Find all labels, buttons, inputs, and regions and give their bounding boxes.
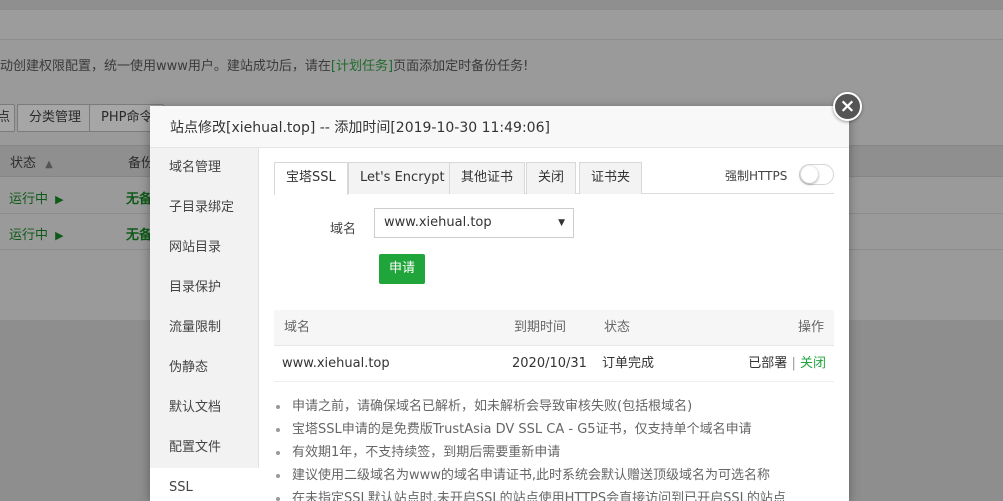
action-separator: | bbox=[791, 356, 796, 371]
deployed-label: 已部署 bbox=[748, 356, 788, 371]
modal-title: 站点修改[xiehual.top] -- 添加时间[2019-10-30 11:… bbox=[170, 120, 550, 136]
play-icon: ▶ bbox=[55, 229, 64, 242]
list-item: 宝塔SSL申请的是免费版TrustAsia DV SSL CA - G5证书，仅… bbox=[274, 418, 844, 441]
list-item: 在未指定SSL默认站点时,未开启SSL的站点使用HTTPS会直接访问到已开启SS… bbox=[274, 487, 844, 501]
sidebar-item-rewrite[interactable]: 伪静态 bbox=[150, 348, 259, 388]
notice-text-2: 页面添加定时备份任务! bbox=[393, 59, 529, 74]
sidebar-item-site-dir[interactable]: 网站目录 bbox=[150, 228, 259, 268]
force-https-toggle[interactable] bbox=[799, 164, 834, 185]
cert-actions: 已部署 | 关闭 bbox=[748, 346, 826, 382]
site-edit-modal: 站点修改[xiehual.top] -- 添加时间[2019-10-30 11:… bbox=[150, 106, 849, 501]
sidebar-item-default-doc[interactable]: 默认文档 bbox=[150, 388, 259, 428]
site-backup[interactable]: 无备 bbox=[126, 188, 152, 207]
apply-button[interactable]: 申请 bbox=[379, 254, 425, 284]
tab-other-cert[interactable]: 其他证书 bbox=[449, 162, 526, 194]
column-action: 操作 bbox=[797, 320, 824, 335]
close-cert-link[interactable]: 关闭 bbox=[800, 356, 826, 371]
cert-status: 订单完成 bbox=[602, 356, 655, 371]
sidebar-item-traffic-limit[interactable]: 流量限制 bbox=[150, 308, 259, 348]
column-status: 状态 bbox=[604, 320, 631, 335]
site-backup[interactable]: 无备 bbox=[126, 224, 152, 243]
cert-table: 域名 到期时间 状态 操作 www.xiehual.top 2020/10/31… bbox=[274, 310, 834, 382]
domain-select-value: www.xiehual.top bbox=[384, 215, 492, 230]
column-status[interactable]: 状态 ▲ bbox=[10, 152, 53, 171]
column-status-label: 状态 bbox=[10, 156, 37, 171]
site-status[interactable]: 运行中 ▶ bbox=[9, 188, 64, 207]
notice-text-1: 动创建权限配置，统一使用www用户。建站成功后，请在 bbox=[0, 59, 331, 74]
list-item: 申请之前，请确保域名已解析，如未解析会导致审核失败(包括根域名) bbox=[274, 395, 844, 418]
domain-select[interactable]: www.xiehual.top ▼ bbox=[374, 208, 574, 238]
column-expire: 到期时间 bbox=[514, 320, 567, 335]
modal-content: 宝塔SSL Let's Encrypt 其他证书 关闭 证书夹 强制HTTPS … bbox=[259, 148, 849, 501]
cert-expire: 2020/10/31 bbox=[512, 356, 587, 371]
tab-baota-ssl[interactable]: 宝塔SSL bbox=[274, 162, 348, 195]
sidebar-item-dir-protect[interactable]: 目录保护 bbox=[150, 268, 259, 308]
sidebar-item-config[interactable]: 配置文件 bbox=[150, 428, 259, 468]
force-https-label: 强制HTTPS bbox=[725, 169, 788, 183]
list-item: 建议使用二级域名为www的域名申请证书,此时系统会默认赠送顶级域名为可选名称 bbox=[274, 464, 844, 487]
domain-label: 域名 bbox=[330, 222, 357, 237]
background-topbar bbox=[0, 0, 1003, 10]
tab-lets-encrypt[interactable]: Let's Encrypt bbox=[348, 162, 457, 194]
sort-up-icon: ▲ bbox=[45, 159, 53, 170]
category-manage-button[interactable]: 分类管理 bbox=[17, 104, 94, 132]
background-notice: 动创建权限配置，统一使用www用户。建站成功后，请在[计划任务]页面添加定时备份… bbox=[0, 55, 528, 74]
tab-cert-folder[interactable]: 证书夹 bbox=[579, 162, 643, 194]
close-icon[interactable]: × bbox=[833, 92, 862, 121]
background-button-partial[interactable]: 点 bbox=[0, 104, 15, 132]
tips-list: 申请之前，请确保域名已解析，如未解析会导致审核失败(包括根域名) 宝塔SSL申请… bbox=[274, 395, 844, 501]
sidebar-item-subdir[interactable]: 子目录绑定 bbox=[150, 188, 259, 228]
toggle-knob bbox=[801, 166, 818, 183]
column-domain: 域名 bbox=[284, 320, 311, 335]
modal-sidebar: 域名管理 子目录绑定 网站目录 目录保护 流量限制 伪静态 默认文档 配置文件 … bbox=[150, 148, 259, 501]
tab-close[interactable]: 关闭 bbox=[526, 162, 577, 194]
table-row: www.xiehual.top 2020/10/31 订单完成 已部署 | 关闭 bbox=[274, 346, 834, 382]
site-status[interactable]: 运行中 ▶ bbox=[9, 224, 64, 243]
sidebar-item-domain[interactable]: 域名管理 bbox=[150, 148, 259, 188]
site-status-label: 运行中 bbox=[9, 228, 49, 243]
sidebar-item-ssl[interactable]: SSL bbox=[150, 468, 259, 501]
background-strip bbox=[0, 10, 1003, 40]
play-icon: ▶ bbox=[55, 193, 64, 206]
list-item: 有效期1年，不支持续签，到期后需要重新申请 bbox=[274, 441, 844, 464]
cert-domain: www.xiehual.top bbox=[282, 356, 390, 371]
cert-table-header: 域名 到期时间 状态 操作 bbox=[274, 310, 834, 346]
site-status-label: 运行中 bbox=[9, 192, 49, 207]
chevron-down-icon: ▼ bbox=[558, 218, 565, 228]
notice-link-cron[interactable]: [计划任务] bbox=[331, 59, 393, 74]
modal-header: 站点修改[xiehual.top] -- 添加时间[2019-10-30 11:… bbox=[150, 106, 849, 148]
